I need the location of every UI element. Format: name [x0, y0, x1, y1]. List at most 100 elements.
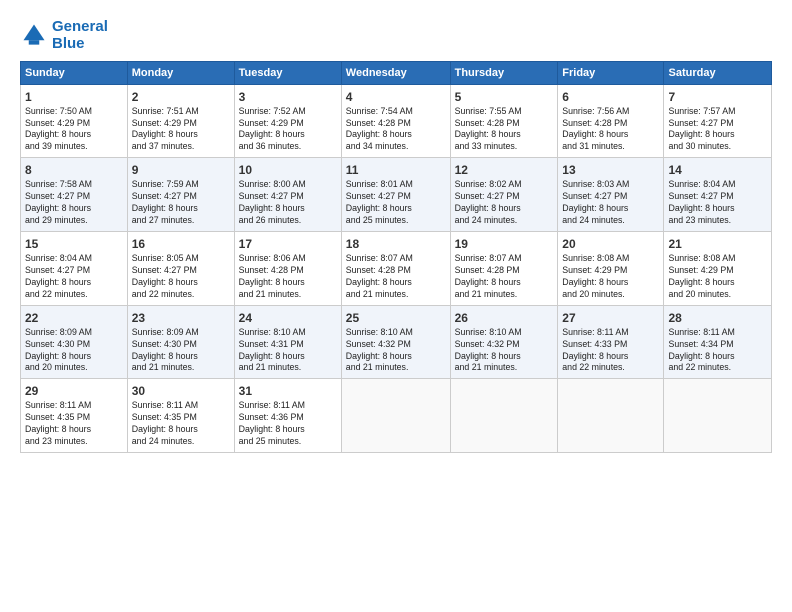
weekday-header-friday: Friday: [558, 61, 664, 84]
weekday-header-saturday: Saturday: [664, 61, 772, 84]
cell-sun-info: Sunrise: 7:52 AM Sunset: 4:29 PM Dayligh…: [239, 106, 337, 154]
cell-sun-info: Sunrise: 7:55 AM Sunset: 4:28 PM Dayligh…: [455, 106, 554, 154]
calendar-cell: [664, 379, 772, 453]
cell-sun-info: Sunrise: 7:51 AM Sunset: 4:29 PM Dayligh…: [132, 106, 230, 154]
day-number: 2: [132, 89, 230, 105]
day-number: 19: [455, 236, 554, 252]
cell-sun-info: Sunrise: 8:10 AM Sunset: 4:31 PM Dayligh…: [239, 327, 337, 375]
calendar-cell: 13Sunrise: 8:03 AM Sunset: 4:27 PM Dayli…: [558, 158, 664, 232]
cell-sun-info: Sunrise: 7:57 AM Sunset: 4:27 PM Dayligh…: [668, 106, 767, 154]
day-number: 9: [132, 162, 230, 178]
day-number: 18: [346, 236, 446, 252]
calendar-cell: 15Sunrise: 8:04 AM Sunset: 4:27 PM Dayli…: [21, 231, 128, 305]
calendar-cell: 8Sunrise: 7:58 AM Sunset: 4:27 PM Daylig…: [21, 158, 128, 232]
calendar-cell: 23Sunrise: 8:09 AM Sunset: 4:30 PM Dayli…: [127, 305, 234, 379]
day-number: 26: [455, 310, 554, 326]
logo-icon: [20, 21, 48, 49]
day-number: 31: [239, 383, 337, 399]
logo: General Blue: [20, 18, 108, 53]
day-number: 4: [346, 89, 446, 105]
calendar-cell: 12Sunrise: 8:02 AM Sunset: 4:27 PM Dayli…: [450, 158, 558, 232]
logo-text: General Blue: [52, 18, 108, 53]
calendar-week-row: 1Sunrise: 7:50 AM Sunset: 4:29 PM Daylig…: [21, 84, 772, 158]
cell-sun-info: Sunrise: 7:54 AM Sunset: 4:28 PM Dayligh…: [346, 106, 446, 154]
cell-sun-info: Sunrise: 8:08 AM Sunset: 4:29 PM Dayligh…: [668, 253, 767, 301]
weekday-header-wednesday: Wednesday: [341, 61, 450, 84]
cell-sun-info: Sunrise: 7:50 AM Sunset: 4:29 PM Dayligh…: [25, 106, 123, 154]
calendar-week-row: 15Sunrise: 8:04 AM Sunset: 4:27 PM Dayli…: [21, 231, 772, 305]
cell-sun-info: Sunrise: 8:06 AM Sunset: 4:28 PM Dayligh…: [239, 253, 337, 301]
cell-sun-info: Sunrise: 8:00 AM Sunset: 4:27 PM Dayligh…: [239, 179, 337, 227]
cell-sun-info: Sunrise: 8:09 AM Sunset: 4:30 PM Dayligh…: [25, 327, 123, 375]
day-number: 5: [455, 89, 554, 105]
day-number: 21: [668, 236, 767, 252]
day-number: 16: [132, 236, 230, 252]
cell-sun-info: Sunrise: 8:08 AM Sunset: 4:29 PM Dayligh…: [562, 253, 659, 301]
cell-sun-info: Sunrise: 8:11 AM Sunset: 4:35 PM Dayligh…: [132, 400, 230, 448]
cell-sun-info: Sunrise: 7:59 AM Sunset: 4:27 PM Dayligh…: [132, 179, 230, 227]
calendar: SundayMondayTuesdayWednesdayThursdayFrid…: [20, 61, 772, 453]
calendar-cell: 3Sunrise: 7:52 AM Sunset: 4:29 PM Daylig…: [234, 84, 341, 158]
day-number: 6: [562, 89, 659, 105]
calendar-cell: 14Sunrise: 8:04 AM Sunset: 4:27 PM Dayli…: [664, 158, 772, 232]
page: General Blue SundayMondayTuesdayWednesda…: [0, 0, 792, 612]
cell-sun-info: Sunrise: 8:04 AM Sunset: 4:27 PM Dayligh…: [668, 179, 767, 227]
calendar-cell: 29Sunrise: 8:11 AM Sunset: 4:35 PM Dayli…: [21, 379, 128, 453]
cell-sun-info: Sunrise: 7:58 AM Sunset: 4:27 PM Dayligh…: [25, 179, 123, 227]
day-number: 10: [239, 162, 337, 178]
calendar-cell: 17Sunrise: 8:06 AM Sunset: 4:28 PM Dayli…: [234, 231, 341, 305]
cell-sun-info: Sunrise: 8:07 AM Sunset: 4:28 PM Dayligh…: [455, 253, 554, 301]
calendar-week-row: 22Sunrise: 8:09 AM Sunset: 4:30 PM Dayli…: [21, 305, 772, 379]
calendar-cell: 22Sunrise: 8:09 AM Sunset: 4:30 PM Dayli…: [21, 305, 128, 379]
calendar-cell: 18Sunrise: 8:07 AM Sunset: 4:28 PM Dayli…: [341, 231, 450, 305]
day-number: 29: [25, 383, 123, 399]
day-number: 20: [562, 236, 659, 252]
cell-sun-info: Sunrise: 8:03 AM Sunset: 4:27 PM Dayligh…: [562, 179, 659, 227]
weekday-header-monday: Monday: [127, 61, 234, 84]
calendar-cell: 30Sunrise: 8:11 AM Sunset: 4:35 PM Dayli…: [127, 379, 234, 453]
calendar-cell: 10Sunrise: 8:00 AM Sunset: 4:27 PM Dayli…: [234, 158, 341, 232]
cell-sun-info: Sunrise: 8:04 AM Sunset: 4:27 PM Dayligh…: [25, 253, 123, 301]
day-number: 11: [346, 162, 446, 178]
calendar-cell: 4Sunrise: 7:54 AM Sunset: 4:28 PM Daylig…: [341, 84, 450, 158]
cell-sun-info: Sunrise: 8:07 AM Sunset: 4:28 PM Dayligh…: [346, 253, 446, 301]
cell-sun-info: Sunrise: 7:56 AM Sunset: 4:28 PM Dayligh…: [562, 106, 659, 154]
day-number: 23: [132, 310, 230, 326]
calendar-cell: 27Sunrise: 8:11 AM Sunset: 4:33 PM Dayli…: [558, 305, 664, 379]
day-number: 15: [25, 236, 123, 252]
calendar-cell: 9Sunrise: 7:59 AM Sunset: 4:27 PM Daylig…: [127, 158, 234, 232]
day-number: 25: [346, 310, 446, 326]
cell-sun-info: Sunrise: 8:10 AM Sunset: 4:32 PM Dayligh…: [455, 327, 554, 375]
cell-sun-info: Sunrise: 8:11 AM Sunset: 4:36 PM Dayligh…: [239, 400, 337, 448]
calendar-week-row: 8Sunrise: 7:58 AM Sunset: 4:27 PM Daylig…: [21, 158, 772, 232]
cell-sun-info: Sunrise: 8:11 AM Sunset: 4:34 PM Dayligh…: [668, 327, 767, 375]
day-number: 24: [239, 310, 337, 326]
weekday-header-sunday: Sunday: [21, 61, 128, 84]
calendar-cell: 21Sunrise: 8:08 AM Sunset: 4:29 PM Dayli…: [664, 231, 772, 305]
day-number: 14: [668, 162, 767, 178]
calendar-cell: 7Sunrise: 7:57 AM Sunset: 4:27 PM Daylig…: [664, 84, 772, 158]
day-number: 17: [239, 236, 337, 252]
calendar-cell: 2Sunrise: 7:51 AM Sunset: 4:29 PM Daylig…: [127, 84, 234, 158]
cell-sun-info: Sunrise: 8:10 AM Sunset: 4:32 PM Dayligh…: [346, 327, 446, 375]
cell-sun-info: Sunrise: 8:11 AM Sunset: 4:33 PM Dayligh…: [562, 327, 659, 375]
day-number: 8: [25, 162, 123, 178]
calendar-cell: 6Sunrise: 7:56 AM Sunset: 4:28 PM Daylig…: [558, 84, 664, 158]
cell-sun-info: Sunrise: 8:05 AM Sunset: 4:27 PM Dayligh…: [132, 253, 230, 301]
calendar-week-row: 29Sunrise: 8:11 AM Sunset: 4:35 PM Dayli…: [21, 379, 772, 453]
day-number: 3: [239, 89, 337, 105]
day-number: 13: [562, 162, 659, 178]
calendar-cell: 1Sunrise: 7:50 AM Sunset: 4:29 PM Daylig…: [21, 84, 128, 158]
calendar-cell: 24Sunrise: 8:10 AM Sunset: 4:31 PM Dayli…: [234, 305, 341, 379]
calendar-cell: [450, 379, 558, 453]
cell-sun-info: Sunrise: 8:11 AM Sunset: 4:35 PM Dayligh…: [25, 400, 123, 448]
calendar-cell: 26Sunrise: 8:10 AM Sunset: 4:32 PM Dayli…: [450, 305, 558, 379]
calendar-cell: [558, 379, 664, 453]
day-number: 7: [668, 89, 767, 105]
day-number: 12: [455, 162, 554, 178]
day-number: 22: [25, 310, 123, 326]
weekday-header-thursday: Thursday: [450, 61, 558, 84]
header: General Blue: [20, 18, 772, 53]
calendar-cell: 31Sunrise: 8:11 AM Sunset: 4:36 PM Dayli…: [234, 379, 341, 453]
day-number: 30: [132, 383, 230, 399]
